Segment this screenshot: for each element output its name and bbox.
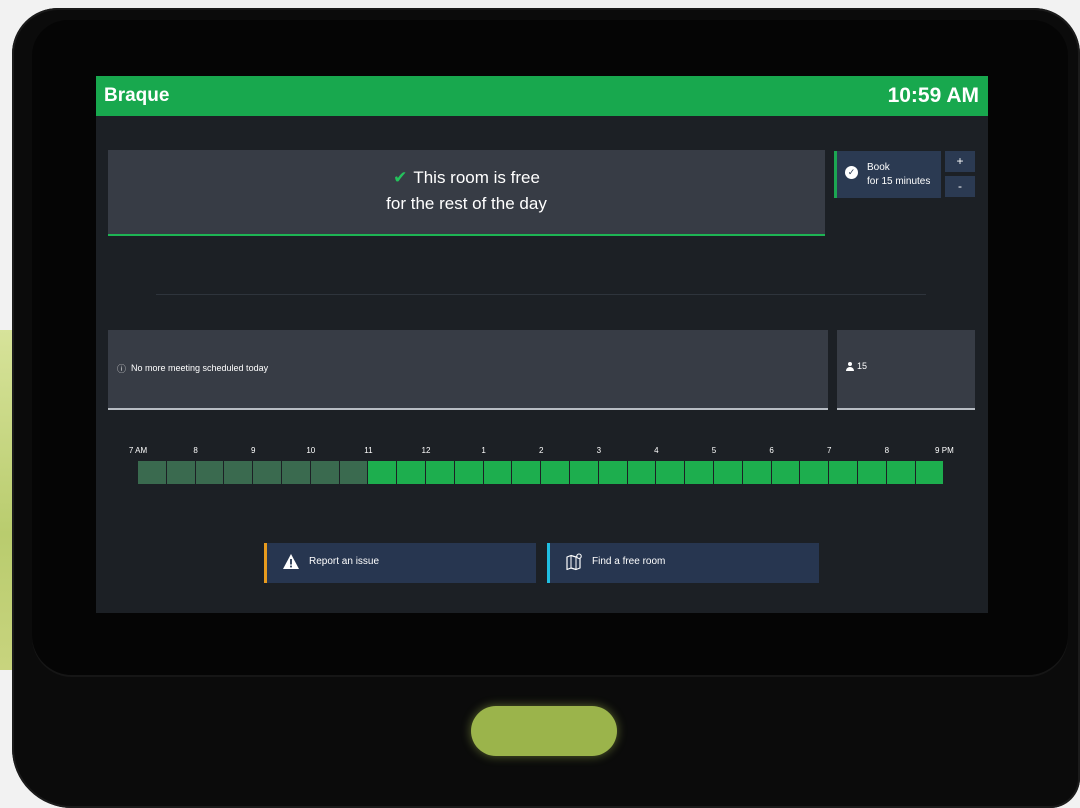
timeline-slot-free xyxy=(771,461,801,484)
timeline-hour-label: 4 xyxy=(654,446,659,455)
timeline-hour-label: 9 PM xyxy=(935,446,954,455)
timeline-slot-past xyxy=(195,461,225,484)
timeline-slot-free xyxy=(598,461,628,484)
timeline-slot-free xyxy=(368,461,398,484)
timeline-hour-label: 6 xyxy=(769,446,774,455)
meetings-message: No more meeting scheduled today xyxy=(131,363,269,373)
timeline-hour-label: 12 xyxy=(421,446,431,455)
timeline-slot-past xyxy=(224,461,254,484)
book-button[interactable]: ✓ Book for 15 minutes xyxy=(834,151,941,198)
home-button[interactable] xyxy=(471,706,617,756)
report-issue-label: Report an issue xyxy=(309,556,380,567)
timeline-hour-label: 10 xyxy=(306,446,316,455)
timeline-slot-free xyxy=(570,461,599,484)
timeline-hour-label: 8 xyxy=(193,446,198,455)
check-circle-icon: ✓ xyxy=(845,166,858,179)
timeline-hour-label: 2 xyxy=(538,446,544,455)
timeline-slot-free xyxy=(915,461,945,484)
timeline-hour-label: 8 xyxy=(884,446,890,455)
timeline-slot-past xyxy=(166,461,196,484)
timeline-hour-label: 7 xyxy=(826,446,832,455)
timeline-slot-free xyxy=(483,461,513,484)
find-free-room-label: Find a free room xyxy=(592,556,666,567)
timeline-slot-free xyxy=(886,461,916,484)
clock: 10:59 AM xyxy=(887,84,979,107)
timeline-slot-free xyxy=(829,461,858,484)
timeline-slot-free xyxy=(397,461,426,484)
timeline-hour-label: 3 xyxy=(596,446,602,455)
timeline-slot-free xyxy=(541,461,570,484)
timeline-slot-past xyxy=(253,461,282,484)
timeline-slot-free xyxy=(685,461,714,484)
timeline-slot-past xyxy=(282,461,311,484)
timeline-slot-free xyxy=(858,461,887,484)
capacity-card: 15 xyxy=(837,330,975,410)
room-display-screen: Braque 10:59 AM ✔ This room is free for t… xyxy=(96,76,988,613)
capacity-value: 15 xyxy=(857,361,868,371)
timeline-slot-free xyxy=(627,461,657,484)
timeline-slot-past xyxy=(339,461,369,484)
room-status-card: ✔ This room is free for the rest of the d… xyxy=(108,150,825,236)
section-divider xyxy=(156,294,926,295)
timeline-hour-label: 11 xyxy=(364,446,373,455)
top-bar: Braque 10:59 AM xyxy=(96,76,988,116)
timeline-slot-past xyxy=(138,461,167,484)
info-icon: ⓘ xyxy=(117,364,127,374)
book-duration: for 15 minutes xyxy=(867,176,931,187)
room-name: Braque xyxy=(104,85,170,106)
status-line2: for the rest of the day xyxy=(386,194,547,213)
map-icon xyxy=(566,553,582,571)
check-icon: ✔ xyxy=(393,168,408,187)
status-line1: This room is free xyxy=(413,168,540,187)
timeline-slot-past xyxy=(310,461,340,484)
timeline-slot-free xyxy=(512,461,542,484)
timeline-slot-free xyxy=(742,461,772,484)
status-headline: ✔ This room is free xyxy=(108,168,825,188)
warning-icon xyxy=(283,554,299,569)
find-free-room-button[interactable]: Find a free room xyxy=(547,543,819,583)
timeline-hour-label: 5 xyxy=(711,446,717,455)
timeline-slot-free xyxy=(656,461,686,484)
day-timeline: 7 AM 8 9 10 11 12 1 2 3 4 5 6 7 8 9 PM xyxy=(96,446,988,486)
timeline-hour-label: 9 xyxy=(250,446,256,455)
book-label: Book for 15 minutes xyxy=(867,161,930,189)
decrease-duration-button[interactable]: - xyxy=(945,176,975,197)
book-title: Book xyxy=(867,162,890,173)
timeline-slot-free xyxy=(454,461,484,484)
report-issue-button[interactable]: Report an issue xyxy=(264,543,536,583)
meetings-card: ⓘ No more meeting scheduled today xyxy=(108,330,828,410)
timeline-slot-free xyxy=(800,461,830,484)
timeline-hour-label: 1 xyxy=(481,446,486,455)
person-icon xyxy=(845,362,855,372)
timeline-slot-free xyxy=(714,461,743,484)
increase-duration-button[interactable]: + xyxy=(945,151,975,172)
timeline-slot-free xyxy=(426,461,455,484)
timeline-hour-label: 7 AM xyxy=(128,446,148,455)
ambient-light xyxy=(0,330,12,670)
